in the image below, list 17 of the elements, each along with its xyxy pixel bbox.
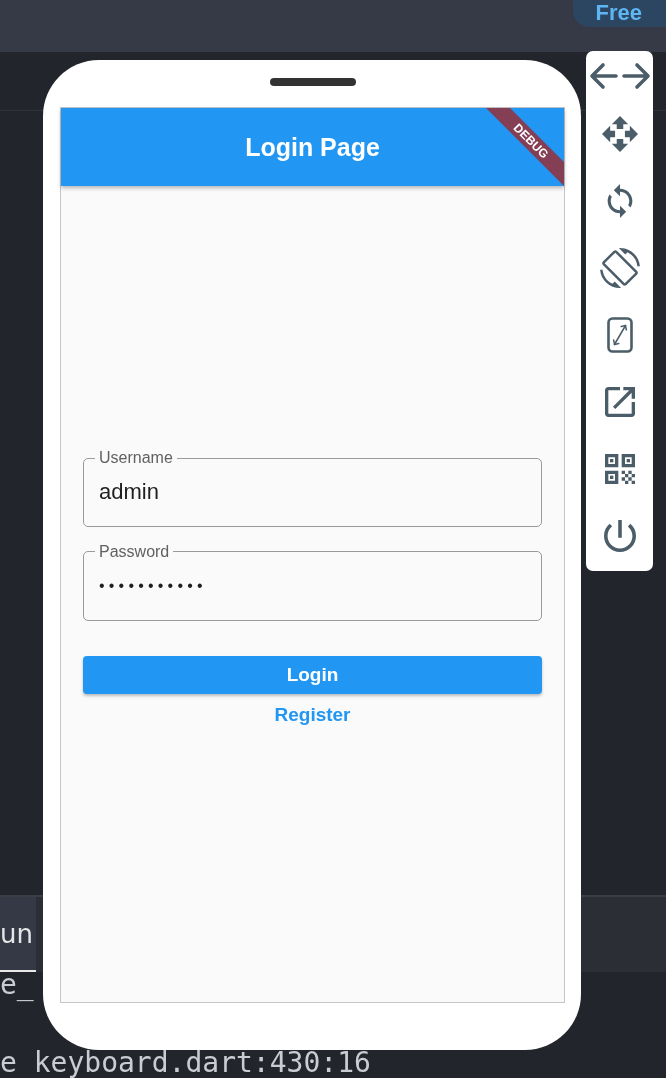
rotating-phone-icon[interactable] [599, 247, 640, 288]
qr-code-icon[interactable] [604, 453, 635, 484]
plan-badge: Free [572, 0, 666, 27]
circular-arrows-icon[interactable] [606, 183, 633, 218]
panel-tab[interactable]: un [0, 897, 36, 972]
field-label: Username [98, 449, 174, 467]
console-line: e_keyboard.dart:430:16 [0, 1050, 371, 1076]
external-link-icon[interactable] [604, 386, 635, 417]
power-icon[interactable] [603, 519, 636, 552]
four-way-arrows-icon[interactable] [601, 115, 638, 152]
phone-resize-icon[interactable] [606, 316, 633, 353]
input-field[interactable]: Username admin [83, 449, 542, 527]
left-right-arrows-icon[interactable] [588, 61, 651, 90]
input-field[interactable]: Password ••••••••••• [83, 542, 542, 621]
field-label: Password [98, 542, 171, 561]
app-bar-title: Login Page [245, 132, 380, 162]
speaker-slot-icon [269, 78, 356, 86]
